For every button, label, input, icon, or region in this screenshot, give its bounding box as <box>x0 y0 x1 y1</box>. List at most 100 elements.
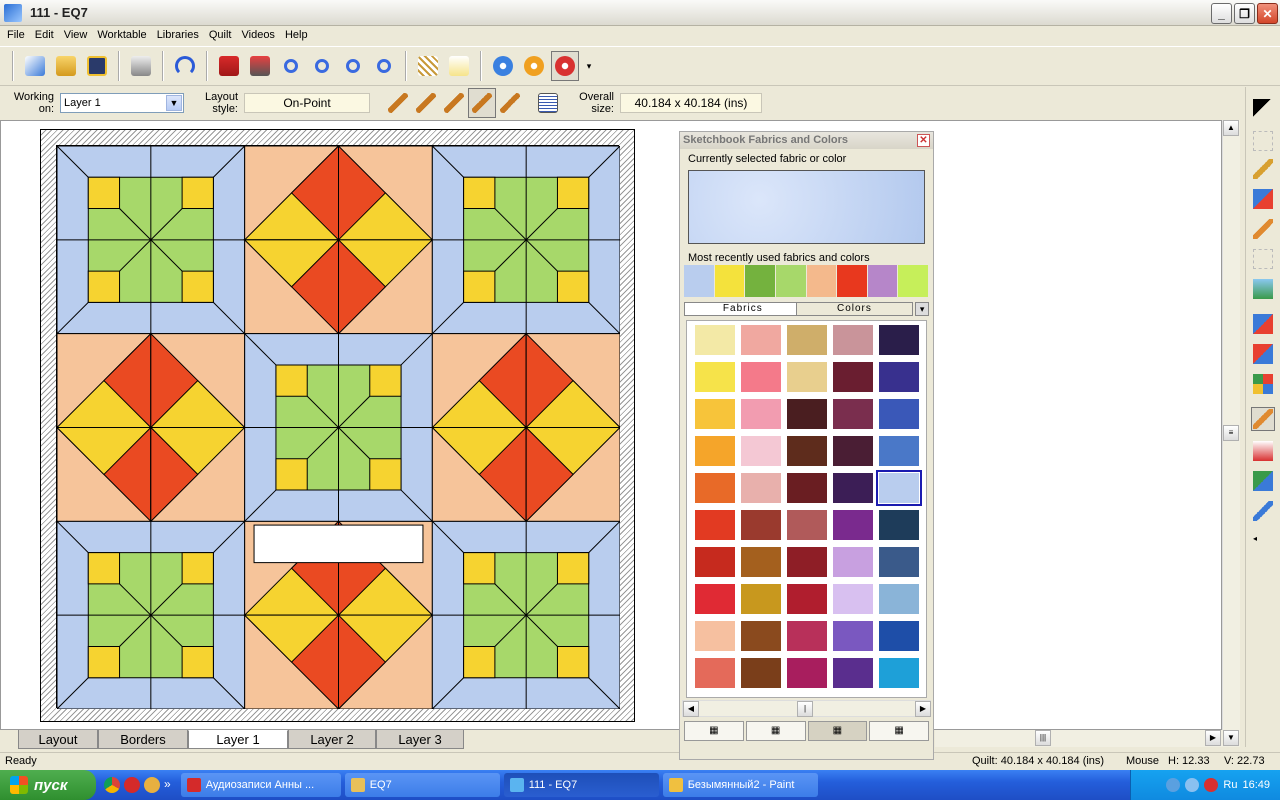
task-paint[interactable]: Безымянный2 - Paint <box>662 773 818 797</box>
task-eq7-app[interactable]: 111 - EQ7 <box>503 773 659 797</box>
paintbrush-tool-button[interactable] <box>384 88 412 118</box>
fabric-swatch[interactable] <box>695 547 735 577</box>
rotate-tool-button[interactable] <box>1251 312 1275 336</box>
fit-to-worktable-button[interactable] <box>370 51 398 81</box>
zoom-in-button[interactable] <box>277 51 305 81</box>
fabric-swatch[interactable] <box>741 621 781 651</box>
fabric-swatch[interactable] <box>741 658 781 688</box>
fussy-cut-tool-button[interactable] <box>468 88 496 118</box>
scroll-thumb[interactable]: ≡ <box>1223 425 1239 441</box>
undo-button[interactable] <box>171 51 199 81</box>
fabric-swatch[interactable] <box>787 621 827 651</box>
fabric-swatch[interactable] <box>741 325 781 355</box>
tab-layer-3[interactable]: Layer 3 <box>376 730 464 749</box>
fabric-swatch[interactable] <box>833 362 873 392</box>
fabric-swatch[interactable] <box>695 399 735 429</box>
recent-fabric-swatch[interactable] <box>684 265 714 297</box>
swap-tool-button[interactable] <box>1251 469 1275 493</box>
fabric-swatch[interactable] <box>787 473 827 503</box>
panel-close-icon[interactable]: ✕ <box>917 134 930 147</box>
view-small-button[interactable]: ▦ <box>807 721 868 741</box>
edit-button[interactable] <box>520 51 548 81</box>
eyedropper-tool-button[interactable] <box>496 88 524 118</box>
fabric-swatch[interactable] <box>695 473 735 503</box>
fabric-swatch[interactable] <box>833 584 873 614</box>
task-eq7-folder[interactable]: EQ7 <box>344 773 500 797</box>
fabric-swatch[interactable] <box>787 362 827 392</box>
fabric-swatch[interactable] <box>741 399 781 429</box>
zoom-out-button[interactable] <box>308 51 336 81</box>
recent-fabric-swatch[interactable] <box>745 265 775 297</box>
fabric-swatch[interactable] <box>695 658 735 688</box>
symmetry-tool-button[interactable] <box>1251 372 1275 396</box>
close-button[interactable]: ✕ <box>1257 3 1278 24</box>
tool-column-collapse[interactable]: ◂ <box>1251 532 1275 556</box>
gimp-icon[interactable] <box>144 777 160 793</box>
fabric-swatch[interactable] <box>787 547 827 577</box>
palette-scroll-thumb[interactable]: | <box>797 701 813 717</box>
fabric-swatch[interactable] <box>695 510 735 540</box>
fabric-swatch[interactable] <box>879 621 919 651</box>
tab-borders[interactable]: Borders <box>98 730 188 749</box>
spraycan-tool-button[interactable] <box>412 88 440 118</box>
antivirus-icon[interactable] <box>1204 778 1219 792</box>
recent-fabric-swatch[interactable] <box>806 265 837 297</box>
scroll-left-icon[interactable]: ◀ <box>683 701 699 717</box>
tab-layer-1[interactable]: Layer 1 <box>188 730 288 749</box>
tab-layer-2[interactable]: Layer 2 <box>288 730 376 749</box>
help-button[interactable] <box>445 51 473 81</box>
fabric-swatch[interactable] <box>833 473 873 503</box>
fabric-swatch[interactable] <box>879 362 919 392</box>
menu-quilt[interactable]: Quilt <box>204 29 237 41</box>
grid-tool-button[interactable] <box>1251 247 1275 271</box>
recent-fabric-swatch[interactable] <box>775 265 806 297</box>
menu-videos[interactable]: Videos <box>237 29 280 41</box>
fabric-swatch[interactable] <box>741 510 781 540</box>
spray-tool-button[interactable] <box>1251 439 1275 463</box>
recent-fabric-swatch[interactable] <box>898 265 928 297</box>
layout-properties-button[interactable] <box>534 88 562 118</box>
palette-scrollbar[interactable]: ◀ | ▶ <box>682 700 931 717</box>
quicklaunch-more[interactable]: » <box>164 777 171 793</box>
maximize-button[interactable]: ❐ <box>1234 3 1255 24</box>
fabric-swatch[interactable] <box>741 436 781 466</box>
fabric-swatch[interactable] <box>741 362 781 392</box>
fabric-swatch[interactable] <box>741 584 781 614</box>
fabric-swatch[interactable] <box>741 547 781 577</box>
fabric-swatch[interactable] <box>787 399 827 429</box>
swap-colors-tool-button[interactable] <box>440 88 468 118</box>
tab-fabrics[interactable]: Fabrics <box>684 302 802 316</box>
measure-tool-button[interactable] <box>1251 157 1275 181</box>
paint-tool-button[interactable] <box>1251 217 1275 241</box>
set-block-tool-button[interactable] <box>1251 187 1275 211</box>
hscroll-thumb[interactable]: ||| <box>1035 730 1051 746</box>
tray-expand-icon[interactable] <box>1166 778 1181 792</box>
shape-tool-button[interactable] <box>1251 129 1275 153</box>
save-button[interactable] <box>83 51 111 81</box>
fabric-swatch[interactable] <box>695 436 735 466</box>
network-icon[interactable] <box>1185 778 1200 792</box>
fabric-swatch[interactable] <box>695 621 735 651</box>
refresh-view-button[interactable] <box>339 51 367 81</box>
fabric-swatch[interactable] <box>695 584 735 614</box>
scroll-up-icon[interactable]: ▲ <box>1223 120 1239 136</box>
quilt-view-button[interactable] <box>551 51 579 81</box>
open-button[interactable] <box>52 51 80 81</box>
recent-fabric-swatch[interactable] <box>714 265 745 297</box>
fabric-swatch[interactable] <box>879 510 919 540</box>
view-sketchbook-button[interactable] <box>246 51 274 81</box>
snapshot-button[interactable] <box>489 51 517 81</box>
fabric-swatch[interactable] <box>695 325 735 355</box>
working-on-select[interactable]: Layer 1 ▼ <box>60 93 184 113</box>
fabric-swatch[interactable] <box>833 658 873 688</box>
paintbrush-right-tool-button[interactable] <box>1251 407 1275 431</box>
tab-colors[interactable]: Colors <box>795 302 914 316</box>
recent-fabric-swatch[interactable] <box>867 265 898 297</box>
fabric-swatch[interactable] <box>879 325 919 355</box>
fabric-swatch[interactable] <box>741 473 781 503</box>
fabric-swatch[interactable] <box>787 584 827 614</box>
menu-worktable[interactable]: Worktable <box>92 29 151 41</box>
language-indicator[interactable]: Ru <box>1223 779 1237 791</box>
print-button[interactable] <box>127 51 155 81</box>
start-button[interactable]: пуск <box>0 770 96 800</box>
